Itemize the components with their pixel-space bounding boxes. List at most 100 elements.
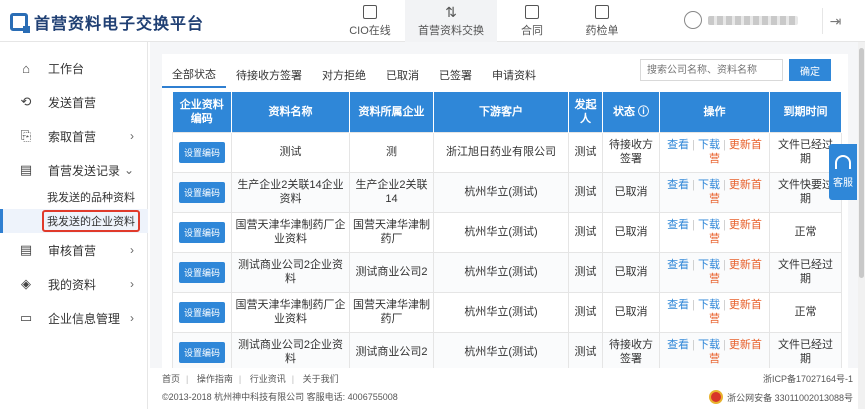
footer-icp[interactable]: 浙ICP备17027164号-1 xyxy=(763,372,853,385)
code-cell: 设置编码 xyxy=(172,331,232,373)
company-cell: 国营天津华津制药厂 xyxy=(349,211,434,253)
company-cell: 生产企业2关联14 xyxy=(349,171,434,213)
user-menu[interactable] xyxy=(684,11,798,29)
home-icon: ⌂ xyxy=(22,60,30,76)
expiry-cell: 文件已经过期 xyxy=(769,251,842,293)
footer-link-guide[interactable]: 操作指南 xyxy=(197,374,233,384)
search-confirm-button[interactable]: 确定 xyxy=(789,59,831,81)
police-badge-icon xyxy=(709,390,724,404)
set-code-button[interactable]: 设置编码 xyxy=(178,301,225,323)
view-link[interactable]: 查看 xyxy=(667,259,689,271)
set-code-button[interactable]: 设置编码 xyxy=(178,141,225,163)
sidebar-item-request-first[interactable]: ⎘ 索取首营 › xyxy=(0,119,148,153)
footer-police-record[interactable]: 浙公网安备 33011002013088号 xyxy=(709,390,853,404)
download-link[interactable]: 下载 xyxy=(698,139,720,151)
company-cell: 国营天津华津制药厂 xyxy=(349,291,434,333)
exchange-arrows-icon: ⇅ xyxy=(445,3,457,20)
expiry-cell: 正常 xyxy=(769,211,842,253)
tab-pending-sign[interactable]: 待接收方签署 xyxy=(226,62,312,88)
name-cell: 测试商业公司2企业资料 xyxy=(231,251,350,293)
operations-cell: 查看 | 下载 | 更新首营 xyxy=(659,291,770,333)
download-link[interactable]: 下载 xyxy=(698,339,720,351)
page-scrollbar[interactable] xyxy=(858,42,865,409)
sidebar-item-my-data[interactable]: ◈ 我的资料 › xyxy=(0,267,148,301)
logo[interactable]: 首营资料电子交换平台 xyxy=(10,10,204,34)
column-header: 企业资料编码 xyxy=(172,92,232,132)
operations-cell: 查看 | 下载 | 更新首营 xyxy=(659,131,770,173)
customer-cell: 杭州华立(测试) xyxy=(433,291,569,333)
table-row: 设置编码 国营天津华津制药厂企业资料 国营天津华津制药厂 杭州华立(测试) 测试… xyxy=(172,291,842,333)
scrollbar-thumb[interactable] xyxy=(859,48,864,278)
nav-first-exchange[interactable]: ⇅ 首营资料交换 xyxy=(405,0,497,42)
help-icon[interactable]: ⓘ xyxy=(638,106,649,118)
column-header: 发起人 xyxy=(568,92,603,132)
layers-icon: ◈ xyxy=(21,276,31,291)
chevron-right-icon: › xyxy=(130,311,134,325)
set-code-button[interactable]: 设置编码 xyxy=(178,181,225,203)
table-header-row: 企业资料编码 资料名称 资料所属企业 下游客户 发起人 状态 ⓘ 操作 到期时间 xyxy=(172,92,842,132)
download-link[interactable]: 下载 xyxy=(698,259,720,271)
company-cell: 测 xyxy=(349,131,434,173)
request-icon: ⎘ xyxy=(20,128,32,143)
sidebar-item-workbench[interactable]: ⌂ 工作台 xyxy=(0,51,148,85)
status-cell: 已取消 xyxy=(602,251,660,293)
operations-cell: 查看 | 下载 | 更新首营 xyxy=(659,331,770,373)
sidebar-item-label: 工作台 xyxy=(48,61,85,76)
status-cell: 待接收方签署 xyxy=(602,331,660,373)
sidebar-item-label: 我的资料 xyxy=(48,277,97,292)
document-icon xyxy=(363,4,377,19)
tab-apply-data[interactable]: 申请资料 xyxy=(482,62,546,88)
set-code-button[interactable]: 设置编码 xyxy=(178,261,225,283)
table-row: 设置编码 测试商业公司2企业资料 测试商业公司2 杭州华立(测试) 测试 待接收… xyxy=(172,331,842,373)
sidebar-sub-item-products[interactable]: 我发送的品种资料 xyxy=(0,185,148,209)
view-link[interactable]: 查看 xyxy=(667,219,689,231)
set-code-button[interactable]: 设置编码 xyxy=(178,341,225,363)
chevron-right-icon: › xyxy=(130,129,134,143)
nav-cio-online[interactable]: CIO在线 xyxy=(335,0,405,42)
footer-copyright: ©2013-2018 杭州神中科技有限公司 客服电话: 4006755008 xyxy=(162,392,398,402)
tab-signed[interactable]: 已签署 xyxy=(429,62,482,88)
initiator-cell: 测试 xyxy=(568,171,603,213)
status-tabs: 全部状态 待接收方签署 对方拒绝 已取消 已签署 申请资料 xyxy=(162,62,546,88)
tab-all-status[interactable]: 全部状态 xyxy=(162,62,226,88)
initiator-cell: 测试 xyxy=(568,291,603,333)
download-link[interactable]: 下载 xyxy=(698,179,720,191)
logo-icon xyxy=(10,13,30,33)
footer-link-about[interactable]: 关于我们 xyxy=(303,374,339,384)
sidebar-item-send-first[interactable]: ⟲ 发送首营 xyxy=(0,85,148,119)
view-link[interactable]: 查看 xyxy=(667,139,689,151)
search-input[interactable] xyxy=(640,59,783,81)
status-cell: 已取消 xyxy=(602,211,660,253)
nav-inspection-report[interactable]: 药检单 xyxy=(567,0,637,42)
column-header: 操作 xyxy=(659,92,770,132)
nav-contract[interactable]: 合同 xyxy=(497,0,567,42)
status-cell: 待接收方签署 xyxy=(602,131,660,173)
footer-link-news[interactable]: 行业资讯 xyxy=(250,374,286,384)
records-table: 企业资料编码 资料名称 资料所属企业 下游客户 发起人 状态 ⓘ 操作 到期时间… xyxy=(172,92,842,373)
main-content: 全部状态 待接收方签署 对方拒绝 已取消 已签署 申请资料 确定 企业资料编码 … xyxy=(150,42,865,409)
footer-link-home[interactable]: 首页 xyxy=(162,374,180,384)
logout-button[interactable]: ⇥ xyxy=(822,8,848,34)
nav-label: 药检单 xyxy=(585,24,619,37)
sidebar-sub-item-enterprise[interactable]: 我发送的企业资料 xyxy=(0,209,148,233)
download-link[interactable]: 下载 xyxy=(698,219,720,231)
customer-service-button[interactable]: 客服 xyxy=(829,144,857,200)
view-link[interactable]: 查看 xyxy=(667,339,689,351)
company-cell: 测试商业公司2 xyxy=(349,331,434,373)
set-code-button[interactable]: 设置编码 xyxy=(178,221,225,243)
sidebar-item-company-info[interactable]: ▭ 企业信息管理 › xyxy=(0,301,148,335)
code-cell: 设置编码 xyxy=(172,291,232,333)
nav-label: 首营资料交换 xyxy=(418,24,484,37)
tab-rejected[interactable]: 对方拒绝 xyxy=(312,62,376,88)
tab-cancelled[interactable]: 已取消 xyxy=(376,62,429,88)
view-link[interactable]: 查看 xyxy=(667,179,689,191)
download-link[interactable]: 下载 xyxy=(698,299,720,311)
sidebar-item-review-first[interactable]: ▤ 审核首营 › xyxy=(0,233,148,267)
records-icon: ▤ xyxy=(19,162,33,177)
name-cell: 国营天津华津制药厂企业资料 xyxy=(231,291,350,333)
view-link[interactable]: 查看 xyxy=(667,299,689,311)
column-header: 资料所属企业 xyxy=(349,92,434,132)
sidebar-item-send-records[interactable]: ▤ 首营发送记录 ⌄ xyxy=(0,153,148,187)
company-icon: ▭ xyxy=(19,310,33,325)
sidebar-item-label: 首营发送记录 xyxy=(48,163,121,178)
